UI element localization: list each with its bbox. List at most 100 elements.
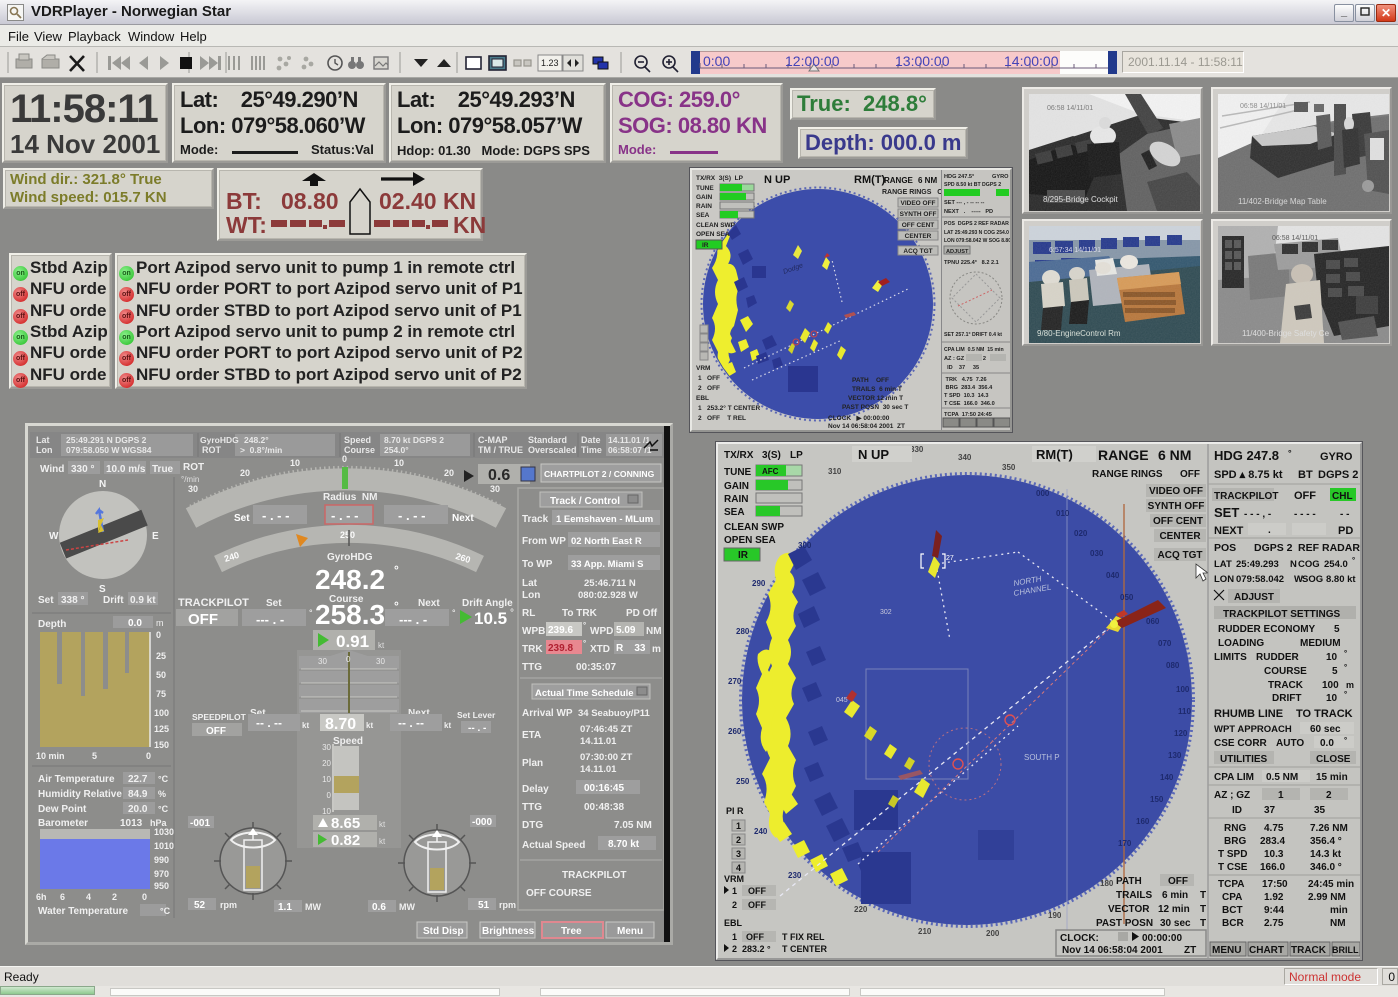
svg-text:8.70 kt: 8.70 kt <box>608 839 640 850</box>
svg-text:10: 10 <box>1326 693 1338 704</box>
svg-text:RADAR: RADAR <box>1322 542 1360 554</box>
svg-text:30 sec: 30 sec <box>1160 918 1191 929</box>
svg-text:Barometer: Barometer <box>38 818 88 829</box>
svg-text:ACQ TGT: ACQ TGT <box>1158 550 1203 561</box>
svg-text:180: 180 <box>1100 879 1114 888</box>
svg-text:5.09: 5.09 <box>616 625 636 636</box>
svg-text:°: ° <box>583 639 586 648</box>
svg-text:GAIN: GAIN <box>724 481 749 492</box>
svg-text:PD Off: PD Off <box>626 608 658 619</box>
svg-text:250: 250 <box>340 530 355 540</box>
svg-text:4: 4 <box>736 863 741 873</box>
svg-text:°: ° <box>1352 556 1355 565</box>
svg-text:346.0 °: 346.0 ° <box>1310 862 1342 873</box>
svg-text:PI R: PI R <box>726 806 744 816</box>
svg-text:Depth: Depth <box>38 619 66 630</box>
svg-text:Course: Course <box>344 445 375 455</box>
svg-text:240: 240 <box>754 827 768 836</box>
svg-text:25:49.291 N DGPS 2: 25:49.291 N DGPS 2 <box>66 435 147 445</box>
svg-text:DGPS 2: DGPS 2 <box>1318 469 1358 481</box>
svg-text:27: 27 <box>946 555 954 562</box>
svg-text:20: 20 <box>444 468 454 478</box>
svg-text:OFF COURSE: OFF COURSE <box>526 888 592 899</box>
svg-text:20.0: 20.0 <box>128 804 148 815</box>
svg-text:BT: BT <box>1298 469 1313 481</box>
svg-text:T FIX REL: T FIX REL <box>782 932 825 942</box>
svg-text:BRILL: BRILL <box>1332 945 1359 955</box>
svg-text:To WP: To WP <box>522 559 553 570</box>
svg-text:T SPD 10.3 14.3: T SPD 10.3 14.3 <box>944 393 988 399</box>
svg-text:Lon: Lon <box>36 445 53 455</box>
svg-text:0.0: 0.0 <box>1320 738 1334 749</box>
svg-text:6h: 6h <box>36 892 47 902</box>
svg-text:330: 330 <box>910 445 924 454</box>
svg-text:TRACKPILOT SETTINGS: TRACKPILOT SETTINGS <box>1223 609 1341 620</box>
svg-text:VIDEO OFF: VIDEO OFF <box>1149 486 1203 497</box>
svg-text:OPEN SEA: OPEN SEA <box>724 535 776 546</box>
svg-text:kt: kt <box>366 721 373 730</box>
svg-text:DTG: DTG <box>522 820 543 831</box>
svg-text:TRACK: TRACK <box>1291 945 1327 956</box>
svg-text:°: ° <box>1344 649 1347 658</box>
svg-text:25: 25 <box>156 651 166 661</box>
svg-text:350: 350 <box>1002 463 1016 472</box>
svg-text:--- . -: --- . - <box>256 612 284 627</box>
svg-text:> 0.8°/min: > 0.8°/min <box>240 445 282 455</box>
svg-text:340: 340 <box>958 453 972 462</box>
svg-text:30: 30 <box>318 657 327 666</box>
svg-text:ROT: ROT <box>202 445 222 455</box>
svg-text:N: N <box>1290 559 1297 570</box>
svg-text:30: 30 <box>322 743 331 752</box>
svg-text:Nov 14 06:58:04 2001: Nov 14 06:58:04 2001 <box>1062 945 1163 956</box>
svg-text:°: ° <box>309 608 313 618</box>
svg-text:Lat: Lat <box>36 435 50 445</box>
svg-text:LIMITS: LIMITS <box>1214 652 1247 663</box>
svg-text:Tree: Tree <box>561 926 582 937</box>
svg-text:NM: NM <box>646 626 662 637</box>
svg-text:10.5: 10.5 <box>474 609 507 628</box>
svg-text:33 App. Miami S: 33 App. Miami S <box>571 559 644 570</box>
svg-text:14.11.01: 14.11.01 <box>580 736 617 747</box>
svg-text:PATH: PATH <box>1116 876 1142 887</box>
svg-text:ETA: ETA <box>522 730 541 741</box>
svg-text:- . - -: - . - - <box>398 508 425 523</box>
svg-text:25:49.293: 25:49.293 <box>1236 559 1279 570</box>
svg-text:TX/RX 3(S) LP: TX/RX 3(S) LP <box>696 175 744 182</box>
svg-text:VIDEO OFF: VIDEO OFF <box>900 200 935 207</box>
svg-text:1 Eemshaven - MLum: 1 Eemshaven - MLum <box>556 514 653 525</box>
svg-text:°: ° <box>1344 736 1347 745</box>
svg-text:166.0: 166.0 <box>1260 862 1285 873</box>
svg-text:N UP: N UP <box>764 174 790 186</box>
svg-text:Drift Angle: Drift Angle <box>462 598 513 609</box>
svg-text:OFF: OFF <box>188 611 218 628</box>
svg-text:60 sec: 60 sec <box>1310 724 1341 735</box>
svg-text:258.3: 258.3 <box>315 599 385 630</box>
svg-text:MW: MW <box>399 902 415 912</box>
svg-text:239.8: 239.8 <box>548 643 573 654</box>
svg-text:Lon: Lon <box>522 590 540 601</box>
svg-text:Humidity Relative: Humidity Relative <box>38 789 122 800</box>
svg-text:-001: -001 <box>190 818 210 829</box>
svg-text:2 OFF: 2 OFF <box>698 385 720 392</box>
svg-text:MW: MW <box>305 902 321 912</box>
svg-text:WPB: WPB <box>522 626 545 637</box>
svg-text:EBL: EBL <box>724 918 743 928</box>
svg-text:NEXT . ----- PD: NEXT . ----- PD <box>944 209 993 215</box>
svg-text:2: 2 <box>112 892 117 902</box>
svg-text:Track: Track <box>522 514 549 525</box>
svg-text:24:45 min: 24:45 min <box>1308 879 1354 890</box>
svg-text:TRAILS 6 min T: TRAILS 6 min T <box>852 386 902 393</box>
svg-text:Lat: Lat <box>522 578 538 589</box>
svg-text:RANGE: RANGE <box>884 176 914 185</box>
svg-text:XTD: XTD <box>590 644 610 655</box>
svg-text:356.4 °: 356.4 ° <box>1310 836 1342 847</box>
svg-text:-- . --: -- . -- <box>398 716 424 730</box>
svg-text:W: W <box>49 531 59 542</box>
svg-text:Set Lever: Set Lever <box>457 710 496 720</box>
svg-text:Set: Set <box>38 595 54 606</box>
svg-text:Dew Point: Dew Point <box>38 804 87 815</box>
svg-text:rpm: rpm <box>499 900 516 910</box>
svg-text:045: 045 <box>836 697 848 704</box>
svg-text:52: 52 <box>194 900 206 911</box>
svg-text:Speed: Speed <box>333 736 363 747</box>
